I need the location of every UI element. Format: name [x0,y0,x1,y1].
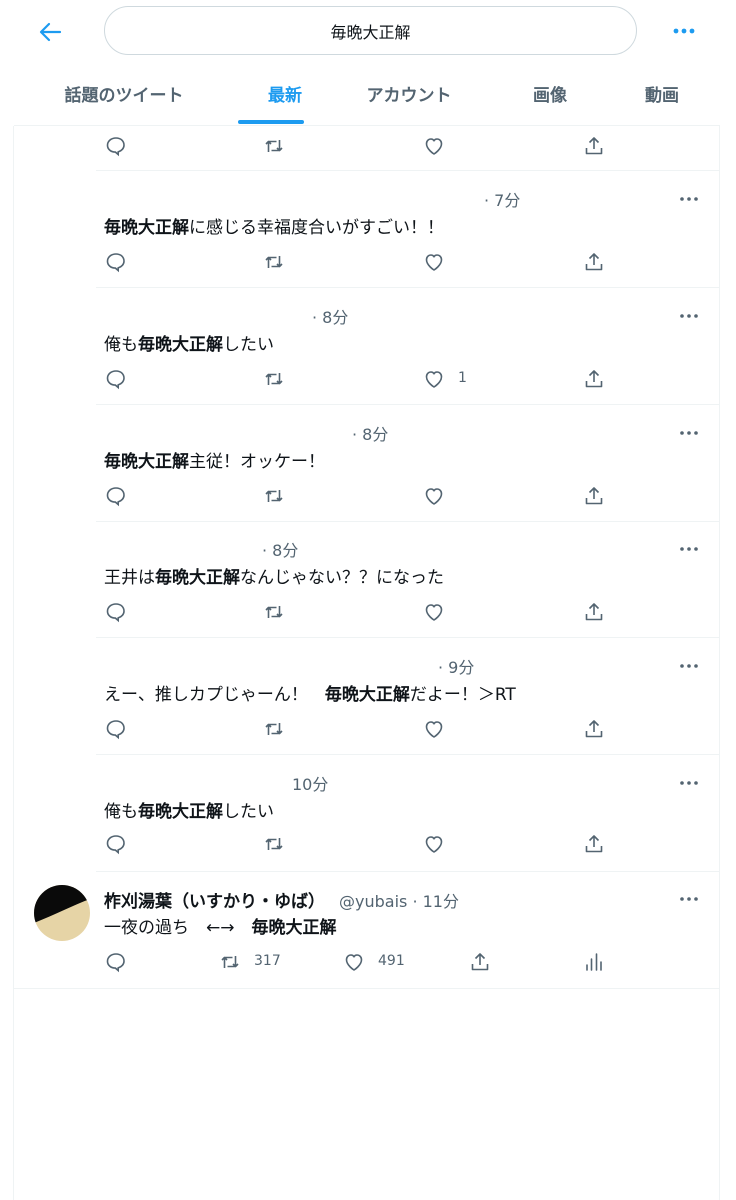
like-icon[interactable] [422,484,446,508]
retweet-icon[interactable] [262,832,286,856]
tweet-text: 一夜の過ち ←→ 毎晩大正解 [104,913,337,938]
tweet-text-rest: なんじゃない？？になった [240,568,444,588]
retweet-icon[interactable] [262,250,286,274]
tweet-time: · 9分 [438,658,475,677]
tweet-text-rest: したい [223,335,274,355]
like-icon[interactable] [422,600,446,624]
tweet-text: えー、推しカプじゃーん！ 毎晩大正解だよー！＞RT [104,680,516,705]
tweet-text-start: 俺も [104,802,138,822]
tweet-time: · 8分 [262,541,299,560]
author-name[interactable]: 柞刈湯葉（いすかり・ゆば） [104,887,325,912]
share-icon[interactable] [582,250,606,274]
timeline-border-left [13,126,14,1200]
retweet-icon[interactable] [262,134,286,158]
tab-videos[interactable]: 動画 [626,62,698,124]
more-options-icon[interactable] [678,191,700,205]
tweet-text: 俺も毎晩大正解したい [104,330,274,355]
like-icon[interactable] [422,717,446,741]
tweet-text-start: えー、推しカプじゃーん！ [104,685,325,705]
author-handle-time[interactable]: @yubais · 11分 [339,888,459,912]
more-options-icon[interactable] [678,775,700,789]
share-icon[interactable] [582,484,606,508]
active-tab-indicator [238,120,304,124]
like-count: 491 [378,953,405,969]
tweet-item[interactable]: · 8分 王井は毎晩大正解なんじゃない？？になった [96,521,720,638]
tweet-text-start: 王井は [104,568,155,588]
avatar[interactable] [34,885,90,941]
highlighted-query: 毎晩大正解 [138,802,223,822]
tweet-item[interactable]: 10分 俺も毎晩大正解したい [96,755,720,872]
tweet-item[interactable]: · 8分 毎晩大正解主従！オッケー！ [96,405,720,522]
tweet-text-rest: に感じる幸福度合いがすごい！！ [189,218,444,238]
reply-icon[interactable] [104,950,128,974]
reply-icon[interactable] [104,367,128,391]
more-options-icon[interactable] [668,18,700,44]
retweet-icon[interactable] [262,717,286,741]
share-icon[interactable] [582,832,606,856]
tweet-text-start: 一夜の過ち ←→ [104,918,252,938]
reply-icon[interactable] [104,484,128,508]
tweet-text-start: 俺も [104,335,138,355]
like-icon[interactable] [422,367,446,391]
like-icon[interactable] [422,832,446,856]
tweet-item[interactable]: 柞刈湯葉（いすかり・ゆば） @yubais · 11分 一夜の過ち ←→ 毎晩大… [14,871,720,989]
reply-icon[interactable] [104,600,128,624]
tweet-text-rest: 主従！オッケー！ [189,452,325,472]
back-arrow-icon[interactable] [34,16,66,48]
highlighted-query: 毎晩大正解 [138,335,223,355]
more-options-icon[interactable] [678,541,700,555]
like-icon[interactable] [422,250,446,274]
analytics-icon[interactable] [582,950,606,974]
highlighted-query: 毎晩大正解 [251,918,337,938]
reply-icon[interactable] [104,717,128,741]
tab-photos[interactable]: 画像 [514,62,586,124]
tweet-text: 王井は毎晩大正解なんじゃない？？になった [104,563,444,588]
reply-icon[interactable] [104,832,128,856]
like-icon[interactable] [422,134,446,158]
tweet-actions-partial [96,126,720,171]
share-icon[interactable] [582,134,606,158]
retweet-icon[interactable] [262,484,286,508]
search-input[interactable] [104,6,637,55]
more-options-icon[interactable] [678,308,700,322]
tab-accounts[interactable]: アカウント [344,62,474,124]
tweet-item[interactable]: · 8分 俺も毎晩大正解したい 1 [96,288,720,405]
share-icon[interactable] [468,950,492,974]
share-icon[interactable] [582,600,606,624]
reply-icon[interactable] [104,134,128,158]
tweet-text: 毎晩大正解主従！オッケー！ [104,447,325,472]
tweet-time: · 8分 [352,425,389,444]
more-options-icon[interactable] [678,425,700,439]
search-tabs: 話題のツイート 最新 アカウント 画像 動画 [14,62,720,126]
tweet-time: 10分 [292,775,329,794]
highlighted-query: 毎晩大正解 [324,685,410,705]
share-icon[interactable] [582,367,606,391]
like-icon[interactable] [342,950,366,974]
retweet-count: 317 [254,953,281,969]
more-options-icon[interactable] [678,658,700,672]
tab-top[interactable]: 話題のツイート [36,62,212,124]
retweet-icon[interactable] [262,367,286,391]
tweet-text: 俺も毎晩大正解したい [104,797,274,822]
retweet-icon[interactable] [218,950,242,974]
share-icon[interactable] [582,717,606,741]
search-query-field[interactable] [105,21,636,40]
highlighted-query: 毎晩大正解 [104,452,189,472]
highlighted-query: 毎晩大正解 [104,218,189,238]
tweet-text: 毎晩大正解に感じる幸福度合いがすごい！！ [104,213,444,238]
tweet-text-rest: だよー！＞RT [409,685,516,705]
like-count: 1 [458,370,467,386]
tweet-item[interactable]: · 9分 えー、推しカプじゃーん！ 毎晩大正解だよー！＞RT [96,638,720,755]
highlighted-query: 毎晩大正解 [155,568,240,588]
tweet-text-rest: したい [223,802,274,822]
more-options-icon[interactable] [678,891,700,905]
retweet-icon[interactable] [262,600,286,624]
tweet-time: · 8分 [312,308,349,327]
tweet-time: · 7分 [484,191,521,210]
tab-latest[interactable]: 最新 [235,62,335,124]
tweet-item[interactable]: · 7分 毎晩大正解に感じる幸福度合いがすごい！！ [96,171,720,288]
reply-icon[interactable] [104,250,128,274]
